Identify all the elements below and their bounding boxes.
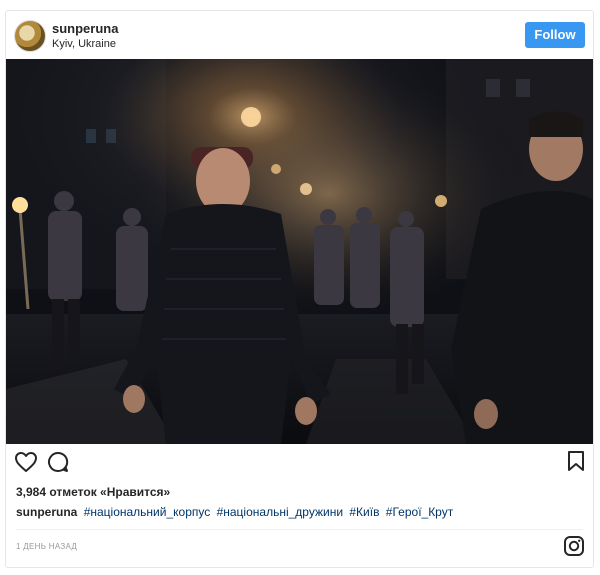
avatar[interactable] [14, 20, 46, 52]
username[interactable]: sunperuna [52, 21, 118, 36]
caption: sunperuna #національний_корпус #націонал… [16, 505, 576, 519]
bookmark-icon[interactable] [566, 450, 586, 477]
location[interactable]: Kyiv, Ukraine [52, 38, 116, 50]
action-bar [6, 447, 593, 481]
hashtag[interactable]: #національні_дружини [217, 505, 343, 519]
instagram-logo-icon[interactable] [563, 535, 585, 562]
comment-icon[interactable] [46, 450, 70, 479]
likes-count[interactable]: 3,984 отметок «Нравится» [16, 485, 170, 499]
post-header: sunperuna Kyiv, Ukraine Follow [6, 11, 593, 59]
instagram-post: sunperuna Kyiv, Ukraine Follow 3,984 отм… [5, 10, 594, 568]
hashtag[interactable]: #національний_корпус [84, 505, 211, 519]
hashtag[interactable]: #Герої_Крут [386, 505, 453, 519]
divider [16, 529, 583, 530]
caption-username[interactable]: sunperuna [16, 505, 77, 519]
hashtag[interactable]: #Київ [349, 505, 379, 519]
post-photo[interactable] [6, 59, 593, 444]
follow-button[interactable]: Follow [525, 22, 585, 48]
photo-image [6, 59, 593, 444]
timestamp[interactable]: 1 день назад [16, 542, 77, 551]
heart-outline-icon[interactable] [14, 450, 38, 479]
